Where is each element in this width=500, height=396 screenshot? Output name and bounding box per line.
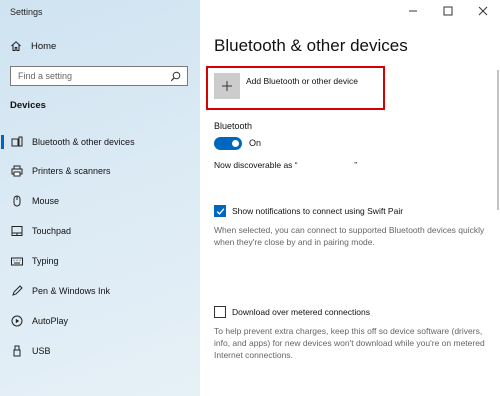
bluetooth-toggle[interactable] (214, 137, 242, 150)
sidebar-item-mouse[interactable]: Mouse (0, 190, 200, 212)
sidebar-item-pen[interactable]: Pen & Windows Ink (0, 280, 200, 302)
sidebar-item-label: Touchpad (32, 226, 72, 236)
sidebar-item-touchpad[interactable]: Touchpad (0, 220, 200, 242)
metered-checkbox[interactable] (214, 306, 226, 318)
search-box[interactable] (10, 66, 188, 86)
keyboard-icon (10, 255, 24, 267)
metered-label[interactable]: Download over metered connections (232, 307, 370, 317)
search-icon[interactable] (170, 71, 181, 82)
home-nav-item[interactable]: Home (10, 40, 56, 52)
maximize-button[interactable] (430, 0, 465, 22)
metered-description: To help prevent extra charges, keep this… (214, 326, 485, 360)
sidebar-item-autoplay[interactable]: AutoPlay (0, 310, 200, 332)
scrollbar-thumb[interactable] (497, 70, 499, 210)
sidebar-item-label: AutoPlay (32, 316, 69, 326)
swift-pair-description: When selected, you can connect to suppor… (214, 225, 485, 247)
swift-pair-label[interactable]: Show notifications to connect using Swif… (232, 206, 403, 216)
pen-icon (10, 285, 24, 297)
home-icon (11, 41, 21, 51)
window-controls (395, 0, 500, 22)
add-device-button[interactable]: Add Bluetooth or other device (214, 73, 366, 103)
swift-pair-checkbox[interactable] (214, 205, 226, 217)
bluetooth-devices-icon (10, 136, 24, 148)
touchpad-icon (10, 225, 24, 237)
printer-icon (10, 165, 24, 177)
window-title: Settings (10, 7, 43, 17)
add-icon (214, 73, 240, 99)
sidebar-item-label: Pen & Windows Ink (32, 286, 111, 296)
sidebar-item-label: Bluetooth & other devices (32, 137, 135, 147)
usb-icon (10, 345, 24, 357)
autoplay-icon (10, 315, 24, 327)
sidebar: Settings Home Devices Bluetooth & other … (0, 0, 200, 396)
minimize-icon (408, 10, 417, 12)
sidebar-item-bluetooth[interactable]: Bluetooth & other devices (0, 131, 200, 153)
sidebar-item-label: Printers & scanners (32, 166, 111, 176)
add-device-label: Add Bluetooth or other device (246, 76, 358, 86)
close-button[interactable] (465, 0, 500, 22)
sidebar-item-label: Mouse (32, 196, 60, 206)
bluetooth-heading: Bluetooth (214, 121, 253, 131)
maximize-icon (443, 6, 452, 16)
page-title: Bluetooth & other devices (214, 36, 408, 55)
sidebar-item-label: USB (32, 346, 51, 356)
minimize-button[interactable] (395, 0, 430, 22)
section-heading-devices: Devices (10, 100, 46, 111)
sidebar-item-usb[interactable]: USB (0, 340, 200, 362)
toggle-state-label: On (249, 138, 262, 148)
close-icon (478, 6, 487, 16)
checkmark-icon (216, 207, 224, 215)
discoverable-text: Now discoverable as “ ” (214, 160, 358, 170)
sidebar-item-label: Typing (32, 256, 59, 266)
search-input[interactable] (18, 71, 168, 81)
mouse-icon (10, 195, 24, 207)
sidebar-item-printers[interactable]: Printers & scanners (0, 160, 200, 182)
sidebar-item-typing[interactable]: Typing (0, 250, 200, 272)
home-label: Home (31, 40, 57, 52)
